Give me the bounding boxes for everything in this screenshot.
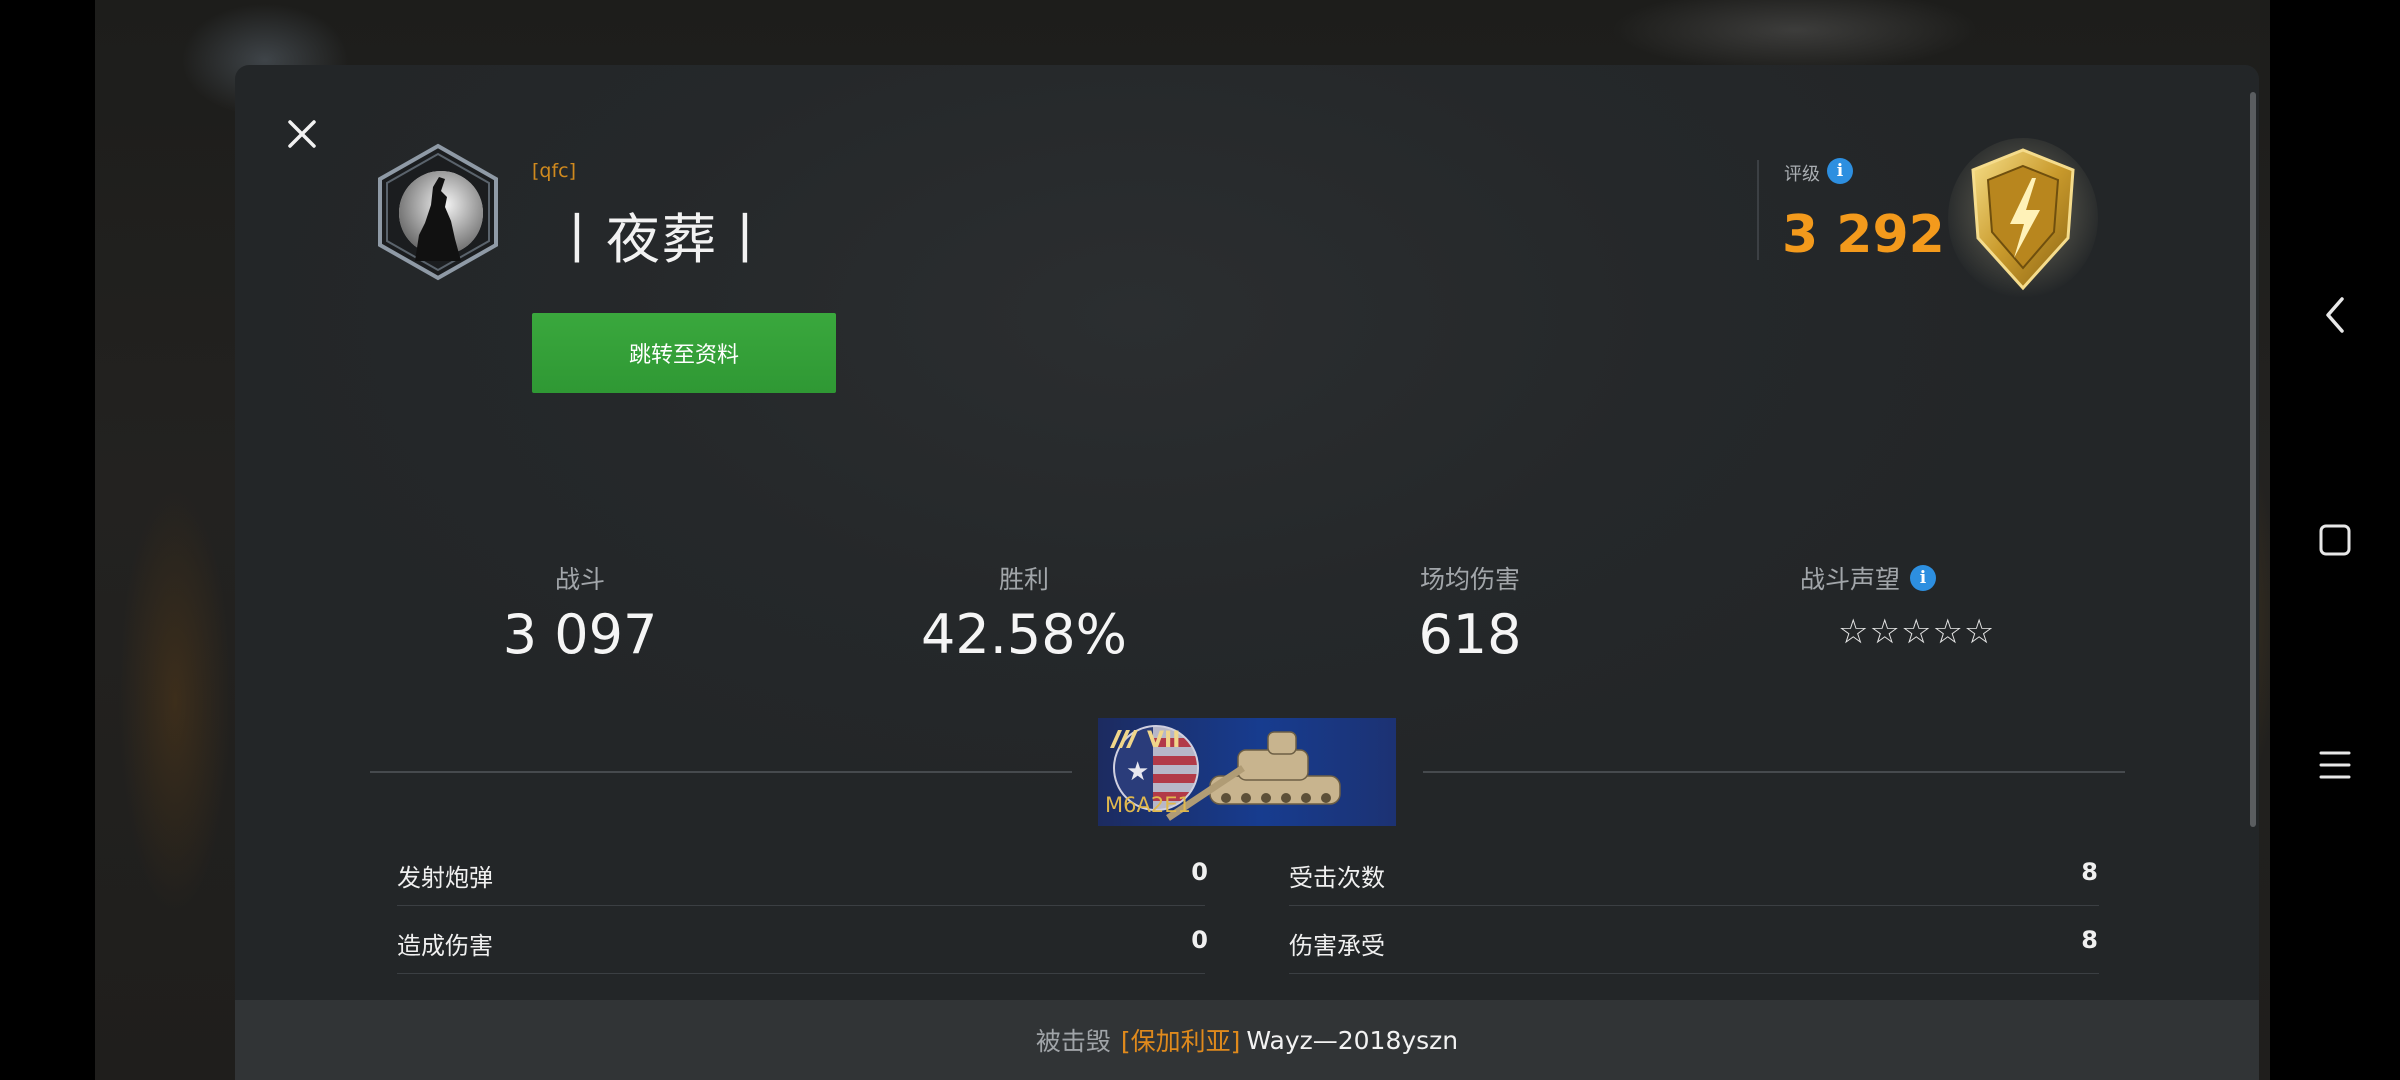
damage-dealt-value: 0	[1191, 926, 1208, 954]
hits-received-value: 8	[2081, 858, 2098, 886]
player-name: 丨夜葬丨	[550, 208, 774, 271]
destroyed-by-footer: 被击毁 [保加利亚] Wayz—2018yszn	[235, 1000, 2259, 1080]
stat-reputation-label: 战斗声望 i	[1800, 560, 2060, 596]
info-icon[interactable]: i	[1827, 158, 1853, 184]
clan-tag: [qfc]	[532, 160, 577, 182]
nav-home-button[interactable]	[2300, 505, 2370, 575]
hits-received-label: 受击次数	[1289, 864, 1385, 892]
rating-label: 评级	[1784, 164, 1820, 185]
shots-fired-label: 发射炮弹	[397, 864, 493, 892]
info-icon[interactable]: i	[1910, 565, 1937, 591]
rating-value: 3 292	[1782, 205, 1945, 265]
close-icon	[288, 120, 316, 148]
damage-received-label: 伤害承受	[1289, 932, 1385, 960]
row-divider	[1289, 905, 2099, 906]
row-divider	[397, 973, 1205, 974]
damage-received-value: 8	[2081, 926, 2098, 954]
panel-scrollbar[interactable]	[2250, 92, 2256, 827]
go-to-profile-button[interactable]: 跳转至资料	[532, 313, 836, 393]
nav-back-button[interactable]	[2300, 280, 2370, 350]
nav-menu-button[interactable]	[2300, 730, 2370, 800]
section-divider-left	[370, 771, 1072, 773]
destroyed-by-label: 被击毁	[1035, 1027, 1111, 1056]
stat-battles-value: 3 097	[502, 603, 658, 666]
tank-name: M6A2E1	[1105, 793, 1191, 817]
killer-player-name: Wayz—2018yszn	[1246, 1025, 1459, 1055]
reputation-stars: ☆☆☆☆☆	[1838, 612, 1996, 652]
stat-avg-damage-label: 场均伤害	[1419, 565, 1520, 594]
row-divider	[1289, 973, 2099, 974]
stat-reputation-text: 战斗声望	[1800, 565, 1901, 594]
stat-victories-value: 42.58%	[921, 603, 1127, 666]
rating-divider	[1757, 160, 1759, 260]
stat-battles-label: 战斗	[554, 565, 605, 594]
row-divider	[397, 905, 1205, 906]
stat-avg-damage-value: 618	[1418, 603, 1522, 666]
tank-tier: VII	[1147, 728, 1181, 753]
stat-victories-label: 胜利	[998, 565, 1049, 594]
svg-text:★: ★	[1126, 757, 1149, 787]
player-avatar	[375, 143, 501, 281]
damage-dealt-label: 造成伤害	[397, 932, 493, 960]
close-button[interactable]	[280, 112, 324, 156]
shots-fired-value: 0	[1191, 858, 1208, 886]
rating-badge-icon	[1948, 138, 2098, 308]
section-divider-right	[1423, 771, 2125, 773]
screen: [qfc] 丨夜葬丨 跳转至资料 评级 i 3 292 战斗 3 097 胜利 …	[0, 0, 2400, 1080]
menu-lines-icon	[2319, 751, 2351, 779]
killer-clan-tag: [保加利亚]	[1120, 1027, 1241, 1056]
home-square-icon	[2319, 524, 2351, 556]
back-chevron-icon	[2326, 297, 2344, 333]
